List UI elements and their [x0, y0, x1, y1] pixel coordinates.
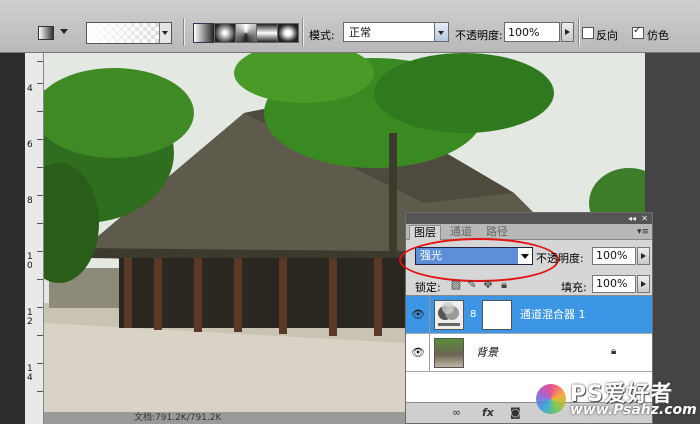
layer-name[interactable]: 通道混合器 1: [520, 308, 586, 322]
ruler-label: 6: [27, 140, 33, 150]
layer-mask-thumbnail[interactable]: [482, 300, 512, 330]
ruler-label: 4: [27, 84, 33, 94]
add-mask-icon[interactable]: ◙: [510, 406, 521, 419]
layer-opacity-label: 不透明度:: [536, 252, 584, 265]
ruler-label: 1 0: [27, 252, 33, 271]
lock-icon: 🔒︎: [611, 346, 617, 357]
divider: [302, 18, 303, 46]
layer-name[interactable]: 背景: [476, 346, 498, 360]
opacity-input[interactable]: 100%: [504, 22, 560, 42]
blend-mode-select[interactable]: 强光: [399, 238, 559, 282]
divider: [183, 18, 184, 46]
mode-label: 模式:: [309, 29, 335, 42]
reflected-gradient-button[interactable]: [256, 23, 278, 43]
watermark-url: www.Psahz.com: [570, 402, 697, 418]
lock-move-icon[interactable]: ✥: [482, 279, 494, 291]
opacity-slider-button[interactable]: [561, 22, 574, 42]
workspace-background: [0, 53, 25, 424]
close-icon[interactable]: ✕: [641, 214, 648, 223]
eye-icon: 👁︎: [411, 346, 425, 359]
fill-input[interactable]: 100%: [592, 275, 636, 293]
adjustment-thumbnail: [434, 300, 464, 330]
tool-options-bar: 模式: 正常 不透明度: 100% 反向 仿色: [0, 0, 700, 53]
tab-layers[interactable]: 图层: [409, 225, 441, 240]
fill-label: 填充:: [561, 281, 587, 294]
panel-tabs: 图层 通道 路径 ▾≡: [406, 224, 652, 240]
watermark-logo: PS爱好者 www.Psahz.com: [530, 374, 698, 424]
linear-gradient-button[interactable]: [193, 23, 215, 43]
layer-row[interactable]: 👁︎ 背景 🔒︎: [406, 334, 652, 372]
opacity-slider-button[interactable]: [637, 247, 650, 265]
link-layers-icon[interactable]: ∞: [452, 406, 461, 419]
radial-gradient-button[interactable]: [214, 23, 236, 43]
tab-channels[interactable]: 通道: [446, 225, 476, 239]
workspace-background: [645, 53, 700, 424]
tool-preset-dropdown-icon[interactable]: [60, 29, 68, 34]
vertical-ruler[interactable]: 4 6 8 1 0 1 2 1 4: [25, 53, 44, 424]
ruler-label: 1 4: [27, 364, 33, 383]
gradient-picker[interactable]: [86, 22, 172, 44]
mask-link-icon[interactable]: 8: [470, 308, 476, 322]
mode-select[interactable]: 正常: [343, 22, 449, 42]
collapse-icon[interactable]: ◂◂: [628, 214, 636, 223]
lock-transparency-icon[interactable]: ▧: [450, 279, 462, 291]
chevron-down-icon[interactable]: [159, 23, 171, 43]
opacity-label: 不透明度:: [455, 29, 503, 42]
chevron-down-icon[interactable]: [434, 23, 448, 41]
reverse-checkbox[interactable]: [582, 27, 594, 39]
panel-titlebar[interactable]: ◂◂ ✕: [406, 213, 652, 224]
gradient-tool-icon[interactable]: [36, 23, 58, 43]
fx-icon[interactable]: fx: [482, 406, 494, 419]
panel-menu-icon[interactable]: ▾≡: [637, 227, 649, 237]
divider: [578, 18, 579, 46]
dither-label: 仿色: [647, 29, 669, 42]
mode-value: 正常: [349, 26, 371, 39]
fill-slider-button[interactable]: [637, 275, 650, 293]
eye-icon: 👁︎: [411, 308, 425, 321]
dither-checkbox[interactable]: [632, 25, 644, 39]
tab-paths[interactable]: 路径: [482, 225, 512, 239]
visibility-toggle[interactable]: 👁︎: [406, 334, 430, 371]
layer-row[interactable]: 👁︎ 8 通道混合器 1: [406, 296, 652, 334]
lock-label: 锁定:: [415, 281, 441, 294]
layer-opacity-input[interactable]: 100%: [592, 247, 636, 265]
logo-ball-icon: [536, 384, 566, 414]
diamond-gradient-button[interactable]: [277, 23, 299, 43]
lock-brush-icon[interactable]: ✎: [466, 279, 478, 291]
reverse-label: 反向: [596, 29, 618, 42]
image-thumbnail: [434, 338, 464, 368]
red-highlight-circle: [399, 238, 559, 282]
angle-gradient-button[interactable]: [235, 23, 257, 43]
ruler-label: 8: [27, 196, 33, 206]
ruler-label: 1 2: [27, 308, 33, 327]
visibility-toggle[interactable]: 👁︎: [406, 296, 430, 333]
lock-all-icon[interactable]: 🔒︎: [498, 279, 510, 291]
